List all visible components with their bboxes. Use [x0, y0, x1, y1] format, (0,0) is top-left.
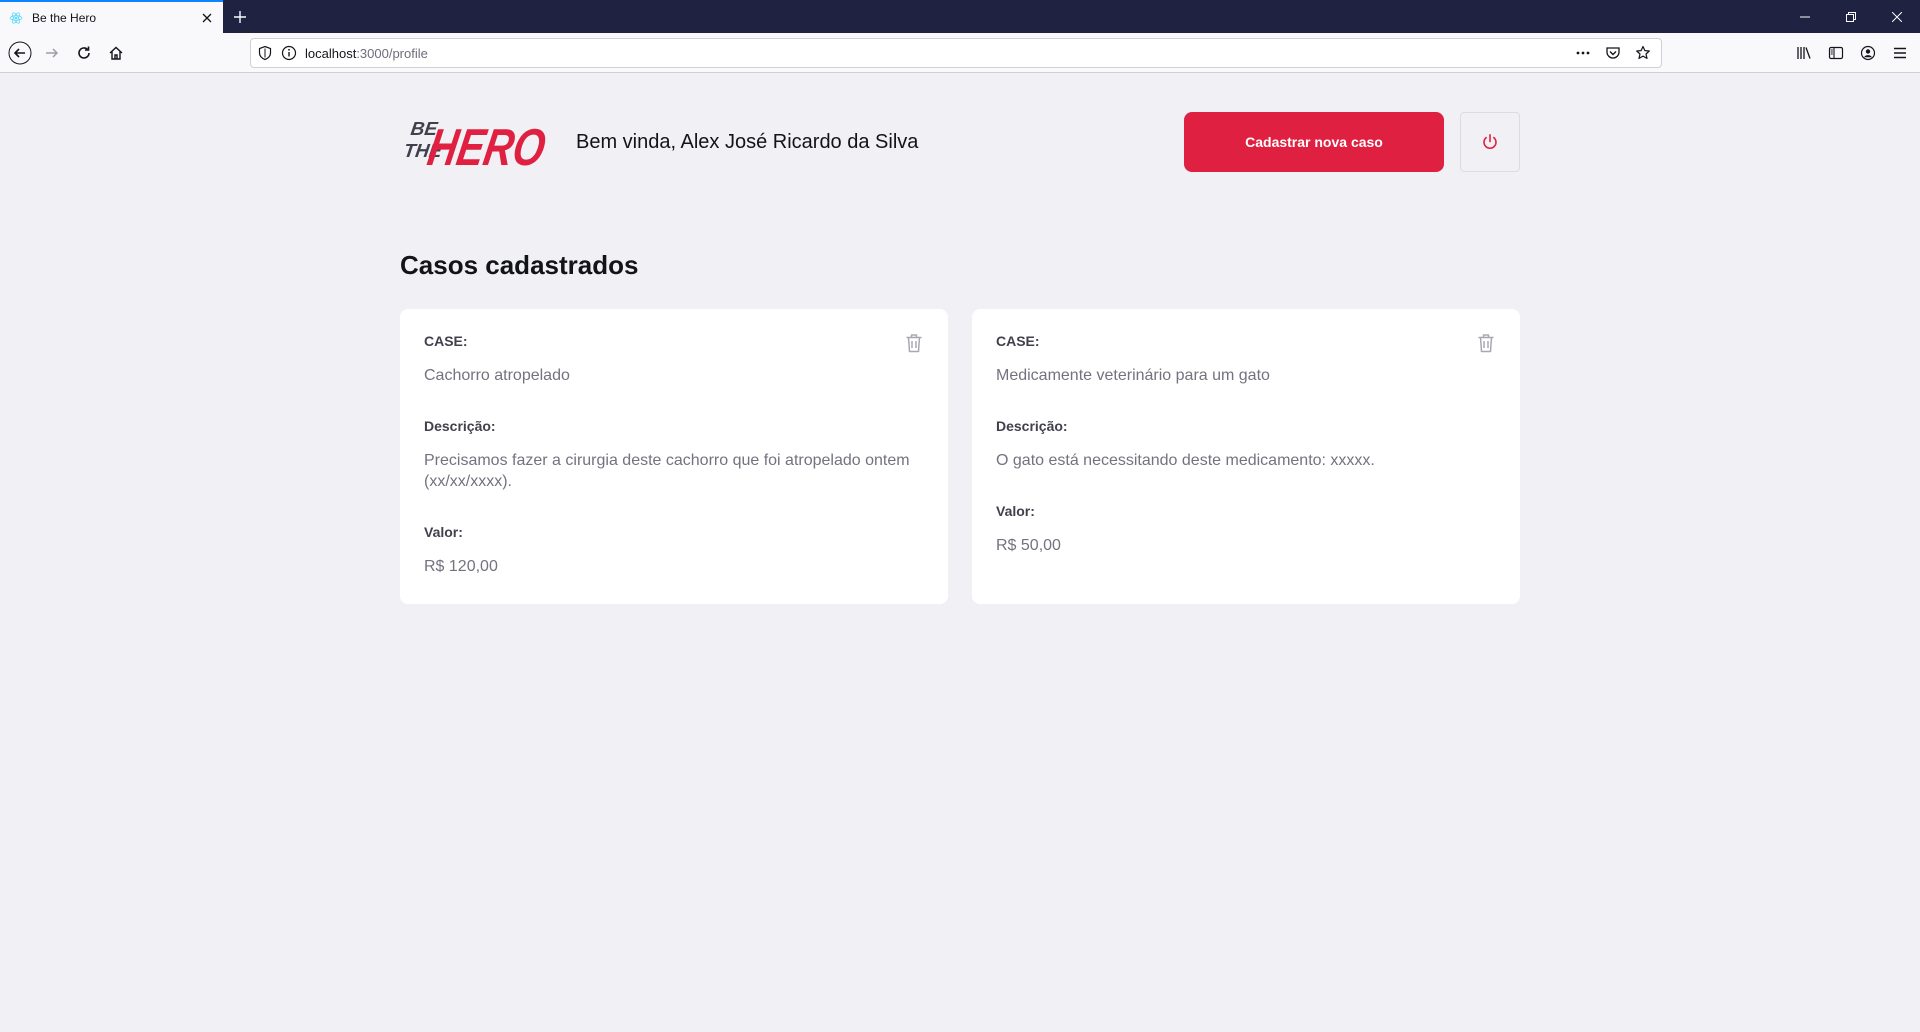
pocket-icon[interactable]: [1601, 41, 1625, 65]
value-label: Valor:: [996, 503, 1035, 519]
url-host: localhost: [305, 45, 357, 61]
be-the-hero-logo: BE THE HERO: [400, 107, 552, 177]
logout-button[interactable]: [1460, 112, 1520, 172]
case-description: Precisamos fazer a cirurgia deste cachor…: [424, 452, 910, 490]
case-title: Medicamente veterinário para um gato: [996, 367, 1270, 384]
browser-toolbar: localhost:3000/profile: [0, 33, 1920, 73]
browser-tab[interactable]: Be the Hero: [0, 0, 223, 33]
shield-icon[interactable]: [257, 45, 273, 61]
react-icon: [8, 10, 24, 26]
back-arrow-icon[interactable]: [4, 37, 36, 69]
case-card: CASE: Cachorro atropelado Descrição: Pre…: [400, 309, 948, 604]
library-icon[interactable]: [1788, 37, 1820, 69]
case-value: R$ 50,00: [996, 537, 1061, 554]
page-title: Casos cadastrados: [400, 250, 639, 280]
browser-right-tools: [1788, 37, 1916, 69]
power-icon: [1481, 133, 1499, 151]
star-icon[interactable]: [1631, 41, 1655, 65]
tab-title: Be the Hero: [32, 10, 97, 25]
url-path: :3000/profile: [356, 45, 428, 61]
profile-header: BE THE HERO Bem vinda, Alex José Ricardo…: [400, 106, 1520, 178]
forward-arrow-icon[interactable]: [36, 37, 68, 69]
new-case-button[interactable]: Cadastrar nova caso: [1184, 112, 1444, 172]
case-label: CASE:: [424, 333, 468, 349]
logo-hero: HERO: [424, 119, 550, 177]
description-label: Descrição:: [424, 418, 496, 434]
trash-icon[interactable]: [904, 333, 924, 353]
case-title: Cachorro atropelado: [424, 367, 570, 384]
window-controls: [1782, 0, 1920, 33]
page: BE THE HERO Bem vinda, Alex José Ricardo…: [0, 74, 1920, 1032]
case-value: R$ 120,00: [424, 558, 498, 575]
plus-icon[interactable]: [223, 0, 257, 33]
account-icon[interactable]: [1852, 37, 1884, 69]
hamburger-menu-icon[interactable]: [1884, 37, 1916, 69]
case-description: O gato está necessitando deste medicamen…: [996, 452, 1375, 469]
case-label: CASE:: [996, 333, 1040, 349]
more-icon[interactable]: [1571, 41, 1595, 65]
close-icon[interactable]: [199, 10, 215, 26]
url-text[interactable]: localhost:3000/profile: [305, 46, 1563, 61]
home-icon[interactable]: [100, 37, 132, 69]
minimize-icon[interactable]: [1782, 0, 1828, 33]
window-close-icon[interactable]: [1874, 0, 1920, 33]
value-label: Valor:: [424, 524, 463, 540]
trash-icon[interactable]: [1476, 333, 1496, 353]
info-icon[interactable]: [281, 45, 297, 61]
welcome-text: Bem vinda, Alex José Ricardo da Silva: [576, 130, 919, 153]
browser-tab-strip: Be the Hero: [0, 0, 1920, 33]
url-bar[interactable]: localhost:3000/profile: [250, 38, 1662, 68]
reload-icon[interactable]: [68, 37, 100, 69]
restore-icon[interactable]: [1828, 0, 1874, 33]
case-card: CASE: Medicamente veterinário para um ga…: [972, 309, 1520, 604]
description-label: Descrição:: [996, 418, 1068, 434]
url-actions: [1571, 41, 1655, 65]
cases-list: CASE: Cachorro atropelado Descrição: Pre…: [400, 309, 1520, 604]
sidebar-icon[interactable]: [1820, 37, 1852, 69]
